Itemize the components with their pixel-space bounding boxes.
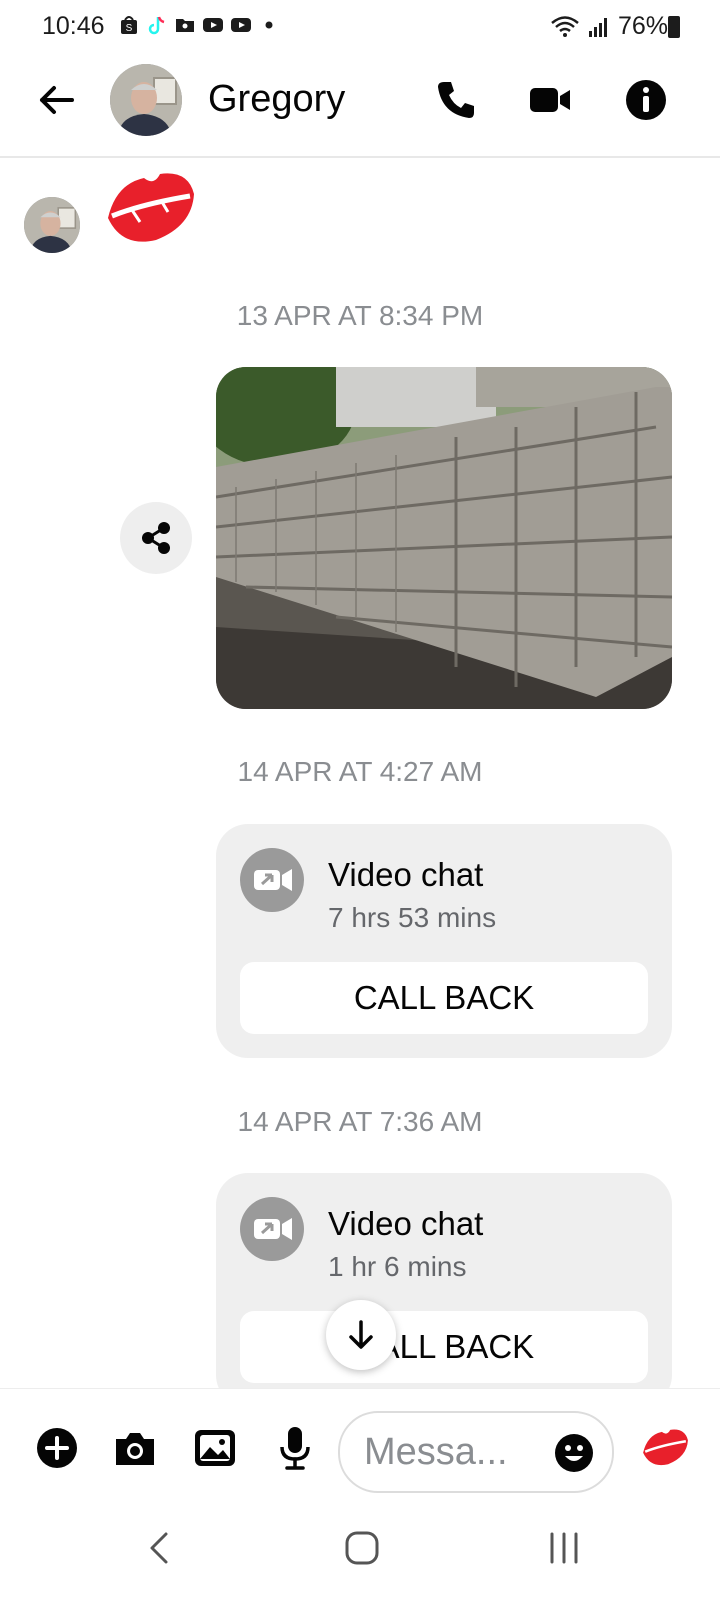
youtube-icon — [231, 18, 251, 32]
video-call-badge — [240, 1197, 304, 1261]
status-right: 76% — [550, 12, 668, 41]
wifi-icon — [551, 15, 579, 37]
kiss-lips-icon[interactable] — [640, 1425, 690, 1469]
contact-avatar[interactable] — [110, 64, 182, 136]
video-call-badge — [240, 848, 304, 912]
kiss-lips-icon[interactable] — [102, 166, 198, 248]
call-title: Video chat — [328, 1205, 484, 1242]
call-title: Video chat — [328, 856, 484, 893]
avatar-image — [110, 64, 182, 136]
back-arrow-icon[interactable] — [34, 78, 78, 122]
arrow-down-icon — [349, 1320, 373, 1349]
nav-recents-icon[interactable] — [546, 1528, 582, 1568]
gallery-icon[interactable] — [192, 1425, 238, 1471]
photo-message[interactable] — [216, 367, 672, 709]
emoji-icon[interactable] — [554, 1433, 594, 1473]
status-time: 10:46 — [42, 12, 105, 40]
call-duration: 7 hrs 53 mins — [328, 902, 497, 933]
tiktok-icon — [148, 16, 165, 35]
call-back-button[interactable]: CALL BACK — [240, 962, 648, 1034]
microphone-icon[interactable] — [272, 1425, 318, 1471]
battery-percent: 76% — [617, 12, 668, 40]
system-nav-bar — [0, 1508, 720, 1600]
signal-icon — [588, 17, 607, 37]
contact-name[interactable]: Gregory — [208, 78, 345, 121]
share-icon — [142, 522, 170, 554]
sender-avatar[interactable] — [24, 197, 80, 253]
shopping-bag-icon: S — [121, 16, 137, 34]
video-call-icon — [254, 869, 292, 891]
share-button[interactable] — [120, 502, 192, 574]
info-icon[interactable] — [624, 78, 668, 122]
youtube-icon — [203, 18, 223, 32]
dot-icon — [265, 21, 273, 29]
scroll-to-bottom-button[interactable] — [326, 1300, 396, 1370]
message-placeholder: Messa... — [364, 1431, 508, 1473]
video-call-icon — [254, 1218, 292, 1240]
timestamp: 14 APR AT 4:27 AM — [237, 756, 483, 787]
nav-back-icon[interactable] — [144, 1528, 174, 1568]
notification-icons: S — [118, 14, 280, 36]
chat-header: Gregory — [0, 52, 720, 158]
camera-icon[interactable] — [112, 1425, 158, 1471]
call-log-card: Video chat 7 hrs 53 mins CALL BACK — [216, 824, 672, 1058]
message-composer: Messa... — [0, 1388, 720, 1509]
avatar-image — [24, 197, 80, 253]
call-back-button[interactable]: CALL BACK — [240, 1311, 648, 1383]
timestamp: 14 APR AT 7:36 AM — [237, 1106, 483, 1137]
nav-home-icon[interactable] — [344, 1528, 380, 1568]
phone-icon[interactable] — [434, 78, 478, 122]
call-duration: 1 hr 6 mins — [328, 1251, 467, 1282]
battery-icon — [668, 16, 680, 38]
folder-icon — [176, 19, 194, 32]
video-camera-icon[interactable] — [528, 78, 572, 122]
svg-text:S: S — [126, 23, 133, 34]
timestamp: 13 APR AT 8:34 PM — [236, 300, 484, 331]
plus-icon[interactable] — [34, 1425, 80, 1471]
message-input[interactable]: Messa... — [338, 1411, 614, 1493]
status-bar: 10:46 S 76% — [0, 0, 720, 52]
cinder-blocks-photo — [216, 367, 672, 709]
call-log-card: Video chat 1 hr 6 mins CALL BACK — [216, 1173, 672, 1407]
